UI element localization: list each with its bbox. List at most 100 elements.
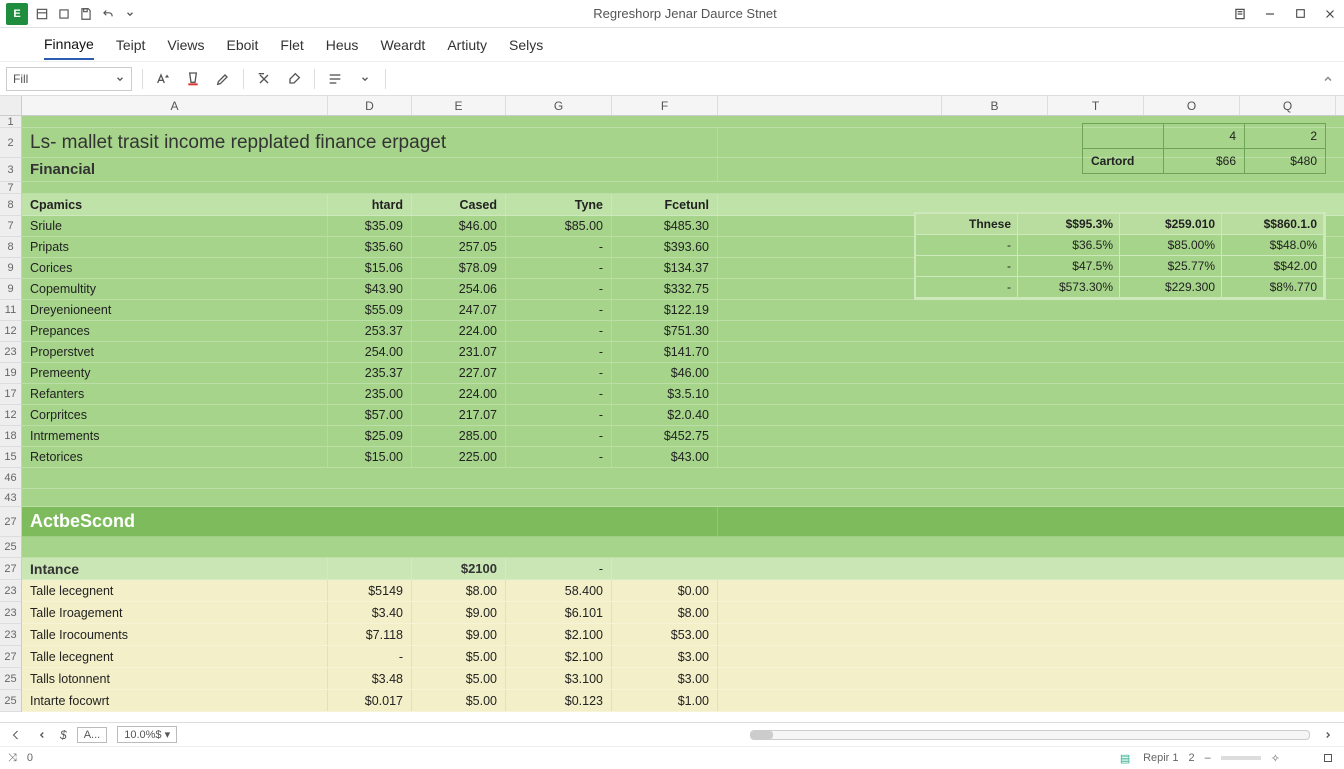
cell[interactable]: $57.00 <box>328 405 412 425</box>
cell[interactable]: $43.90 <box>328 279 412 299</box>
row-header[interactable]: 12 <box>0 405 21 426</box>
cell[interactable]: $9.00 <box>412 624 506 645</box>
cell[interactable]: $35.09 <box>328 216 412 236</box>
cell[interactable]: $2100 <box>412 558 506 579</box>
expand-ribbon-icon[interactable] <box>1318 69 1338 89</box>
menu-selys[interactable]: Selys <box>509 31 543 59</box>
square-icon[interactable] <box>56 6 72 22</box>
cell[interactable]: Intance <box>22 558 328 579</box>
cell[interactable]: Talle Iroagement <box>22 602 328 623</box>
col-A[interactable]: A <box>22 96 328 115</box>
cell[interactable]: Properstvet <box>22 342 328 362</box>
zoom-box[interactable]: 10.0%$ ▾ <box>117 726 177 743</box>
cell[interactable]: Corices <box>22 258 328 278</box>
thnese-cell[interactable]: $573.30% <box>1017 276 1120 298</box>
thnese-cell[interactable]: $$48.0% <box>1221 234 1324 256</box>
cell[interactable]: htard <box>328 194 412 215</box>
cells-area[interactable]: 4 2 Cartord $66 $480 Thnese $$95.3% $259… <box>22 116 1344 712</box>
cell[interactable]: - <box>506 426 612 446</box>
cell[interactable]: $134.37 <box>612 258 718 278</box>
scroll-right-icon[interactable] <box>1320 727 1336 743</box>
menu-finnaye[interactable]: Finnaye <box>44 30 94 60</box>
cell[interactable]: $78.09 <box>412 258 506 278</box>
brush-icon[interactable] <box>284 69 304 89</box>
note-icon[interactable] <box>1232 6 1248 22</box>
menu-heus[interactable]: Heus <box>326 31 359 59</box>
cell[interactable]: $5.00 <box>412 668 506 689</box>
thnese-cell[interactable]: $229.300 <box>1119 276 1222 298</box>
undo-icon[interactable] <box>100 6 116 22</box>
cell[interactable]: Financial <box>22 158 718 181</box>
minimize-icon[interactable] <box>1262 6 1278 22</box>
row-header[interactable]: 3 <box>0 158 21 182</box>
col-Q[interactable]: Q <box>1240 96 1336 115</box>
row-header[interactable]: 8 <box>0 194 21 216</box>
cell[interactable]: $2.100 <box>506 646 612 667</box>
chevron-down-icon[interactable] <box>355 69 375 89</box>
thnese-cell[interactable]: $8%.770 <box>1221 276 1324 298</box>
cell[interactable]: $15.06 <box>328 258 412 278</box>
row-header[interactable]: 17 <box>0 384 21 405</box>
cell[interactable]: 225.00 <box>412 447 506 467</box>
cell[interactable]: $1.00 <box>612 690 718 711</box>
row-header[interactable]: 2 <box>0 128 21 158</box>
cell[interactable]: Intarte focowrt <box>22 690 328 711</box>
cell[interactable]: $9.00 <box>412 602 506 623</box>
maximize-icon[interactable] <box>1292 6 1308 22</box>
cell[interactable]: $55.09 <box>328 300 412 320</box>
cell[interactable]: $0.123 <box>506 690 612 711</box>
cell[interactable]: $0.017 <box>328 690 412 711</box>
cell[interactable]: $6.101 <box>506 602 612 623</box>
cell[interactable]: Talls lotonnent <box>22 668 328 689</box>
col-E[interactable]: E <box>412 96 506 115</box>
col-B[interactable]: B <box>942 96 1048 115</box>
cell[interactable]: $0.00 <box>612 580 718 601</box>
row-header[interactable]: 25 <box>0 537 21 558</box>
cell[interactable]: $5.00 <box>412 646 506 667</box>
cell[interactable]: - <box>328 646 412 667</box>
cell[interactable]: Ls- mallet trasit income repplated finan… <box>22 128 718 157</box>
cell[interactable]: $141.70 <box>612 342 718 362</box>
cell[interactable]: $2.100 <box>506 624 612 645</box>
zoom-in-icon[interactable]: ✧ <box>1271 752 1280 765</box>
app-button[interactable]: E <box>6 3 28 25</box>
cell[interactable]: - <box>506 558 612 579</box>
cell[interactable]: Intrmements <box>22 426 328 446</box>
cell[interactable]: - <box>506 237 612 257</box>
cell[interactable]: $25.09 <box>328 426 412 446</box>
cell[interactable]: 254.00 <box>328 342 412 362</box>
fill-selector[interactable]: Fill <box>6 67 132 91</box>
row-header[interactable]: 25 <box>0 690 21 712</box>
cell[interactable]: Tyne <box>506 194 612 215</box>
cell[interactable]: 235.37 <box>328 363 412 383</box>
col-D[interactable]: D <box>328 96 412 115</box>
cell[interactable]: $5.00 <box>412 690 506 711</box>
row-header[interactable]: 43 <box>0 489 21 507</box>
row-header[interactable]: 7 <box>0 216 21 237</box>
horizontal-scrollbar[interactable] <box>750 730 1310 740</box>
cell[interactable]: - <box>506 384 612 404</box>
cell[interactable]: 247.07 <box>412 300 506 320</box>
home-icon[interactable] <box>34 6 50 22</box>
row-header[interactable]: 1 <box>0 116 21 128</box>
cell[interactable]: Talle lecegnent <box>22 646 328 667</box>
cell[interactable]: $2.0.40 <box>612 405 718 425</box>
cell[interactable]: $3.00 <box>612 668 718 689</box>
thnese-cell[interactable]: $85.00% <box>1119 234 1222 256</box>
cell[interactable]: - <box>506 342 612 362</box>
cell[interactable]: - <box>506 300 612 320</box>
cell[interactable]: 285.00 <box>412 426 506 446</box>
menu-weardt[interactable]: Weardt <box>380 31 425 59</box>
cell[interactable]: $43.00 <box>612 447 718 467</box>
thnese-cell[interactable]: - <box>915 255 1018 277</box>
status-repir[interactable]: Repir 1 <box>1143 752 1178 764</box>
cell[interactable]: $3.00 <box>612 646 718 667</box>
menu-flet[interactable]: Flet <box>280 31 303 59</box>
menu-artiuty[interactable]: Artiuty <box>447 31 487 59</box>
cell[interactable] <box>328 558 412 579</box>
thnese-cell[interactable]: $$42.00 <box>1221 255 1324 277</box>
font-size-icon[interactable] <box>153 69 173 89</box>
row-header[interactable]: 27 <box>0 646 21 668</box>
zoom-out-icon[interactable]: – <box>1205 752 1211 764</box>
cell[interactable]: Fcetunl <box>612 194 718 215</box>
